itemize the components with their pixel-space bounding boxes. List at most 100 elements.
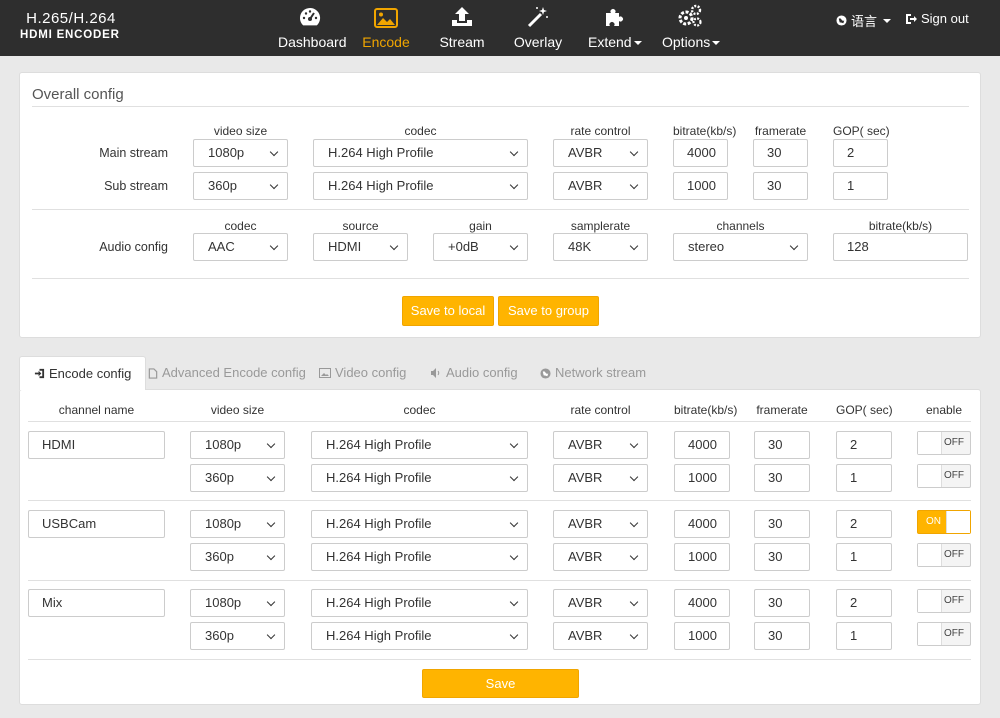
- main-video-size-select[interactable]: 1080p: [193, 139, 288, 167]
- video-size-select[interactable]: 1080p: [190, 589, 285, 617]
- enable-toggle[interactable]: OFF: [917, 622, 971, 646]
- header-audio-source: source: [342, 219, 379, 233]
- audio-bitrate-input[interactable]: 128: [833, 233, 968, 261]
- sub-stream-label: Sub stream: [104, 179, 168, 193]
- bitrate-input[interactable]: 4000: [674, 431, 730, 459]
- main-stream-label: Main stream: [99, 146, 168, 160]
- framerate-input[interactable]: 30: [754, 622, 810, 650]
- divider: [28, 580, 971, 581]
- sub-framerate-input[interactable]: 30: [753, 172, 808, 200]
- rate-control-select[interactable]: AVBR: [553, 510, 648, 538]
- audio-source-select[interactable]: HDMI: [313, 233, 408, 261]
- sub-codec-select[interactable]: H.264 High Profile: [313, 172, 528, 200]
- enable-toggle[interactable]: OFF: [917, 589, 971, 613]
- framerate-input[interactable]: 30: [754, 431, 810, 459]
- gop-input[interactable]: 2: [836, 431, 892, 459]
- gop-input[interactable]: 2: [836, 510, 892, 538]
- sub-rate-control-select[interactable]: AVBR: [553, 172, 648, 200]
- gop-input[interactable]: 1: [836, 464, 892, 492]
- main-framerate-input[interactable]: 30: [753, 139, 808, 167]
- tab-encode-config[interactable]: Encode config: [19, 356, 147, 390]
- header-audio-bitrate: bitrate(kb/s): [868, 219, 933, 233]
- tab-advanced-encode-config[interactable]: Advanced Encode config: [148, 356, 306, 390]
- audio-channels-select[interactable]: stereo: [673, 233, 808, 261]
- main-gop-input[interactable]: 2: [833, 139, 888, 167]
- tab-network-stream[interactable]: Network stream: [540, 356, 646, 390]
- bitrate-input[interactable]: 1000: [674, 464, 730, 492]
- video-size-select[interactable]: 1080p: [190, 510, 285, 538]
- rate-control-select[interactable]: AVBR: [553, 622, 648, 650]
- header-audio-samplerate: samplerate: [570, 219, 631, 233]
- channel-name-input[interactable]: USBCam: [28, 510, 165, 538]
- sign-out-label: Sign out: [921, 11, 969, 26]
- tab-label: Encode config: [49, 365, 132, 381]
- bitrate-input[interactable]: 4000: [674, 510, 730, 538]
- codec-select[interactable]: H.264 High Profile: [311, 622, 528, 650]
- header-bitrate: bitrate(kb/s): [674, 403, 738, 417]
- enable-toggle[interactable]: OFF: [917, 464, 971, 488]
- nav-options[interactable]: Options: [662, 0, 721, 56]
- nav-extend[interactable]: Extend: [588, 0, 642, 56]
- nav-encode[interactable]: Encode: [362, 0, 410, 56]
- nav-overlay-label: Overlay: [513, 34, 563, 50]
- audio-config-label: Audio config: [99, 240, 168, 254]
- codec-select[interactable]: H.264 High Profile: [311, 464, 528, 492]
- magic-wand-icon: [527, 7, 548, 28]
- tab-audio-config[interactable]: Audio config: [430, 356, 518, 390]
- codec-select[interactable]: H.264 High Profile: [311, 510, 528, 538]
- nav-stream-label: Stream: [439, 34, 485, 50]
- gop-input[interactable]: 2: [836, 589, 892, 617]
- rate-control-select[interactable]: AVBR: [553, 543, 648, 571]
- audio-samplerate-select[interactable]: 48K: [553, 233, 648, 261]
- header-enable: enable: [925, 403, 963, 417]
- sub-gop-input[interactable]: 1: [833, 172, 888, 200]
- header-video-size: video size: [213, 124, 268, 138]
- enable-toggle[interactable]: OFF: [917, 431, 971, 455]
- framerate-input[interactable]: 30: [754, 464, 810, 492]
- divider: [28, 659, 971, 660]
- nav-stream[interactable]: Stream: [438, 0, 486, 56]
- nav-overlay[interactable]: Overlay: [512, 0, 564, 56]
- upload-icon: [452, 7, 472, 26]
- save-button[interactable]: Save: [422, 669, 579, 698]
- header-codec: codec: [404, 124, 437, 138]
- framerate-input[interactable]: 30: [754, 543, 810, 571]
- framerate-input[interactable]: 30: [754, 510, 810, 538]
- sub-video-size-select[interactable]: 360p: [193, 172, 288, 200]
- language-menu[interactable]: 语言: [836, 11, 892, 30]
- video-size-select[interactable]: 360p: [190, 543, 285, 571]
- save-to-local-button[interactable]: Save to local: [402, 296, 494, 326]
- tab-video-config[interactable]: Video config: [319, 356, 406, 390]
- video-size-select[interactable]: 360p: [190, 464, 285, 492]
- codec-select[interactable]: H.264 High Profile: [311, 431, 528, 459]
- codec-select[interactable]: H.264 High Profile: [311, 589, 528, 617]
- codec-select[interactable]: H.264 High Profile: [311, 543, 528, 571]
- video-size-select[interactable]: 360p: [190, 622, 285, 650]
- header-gop: GOP( sec): [833, 124, 890, 138]
- nav-dashboard[interactable]: Dashboard: [278, 0, 347, 56]
- rate-control-select[interactable]: AVBR: [553, 589, 648, 617]
- bitrate-input[interactable]: 4000: [674, 589, 730, 617]
- bitrate-input[interactable]: 1000: [674, 622, 730, 650]
- gop-input[interactable]: 1: [836, 543, 892, 571]
- channel-name-input[interactable]: Mix: [28, 589, 165, 617]
- rate-control-select[interactable]: AVBR: [553, 464, 648, 492]
- save-to-group-button[interactable]: Save to group: [498, 296, 599, 326]
- enable-toggle[interactable]: ON: [917, 510, 971, 534]
- bitrate-input[interactable]: 1000: [674, 543, 730, 571]
- video-size-select[interactable]: 1080p: [190, 431, 285, 459]
- framerate-input[interactable]: 30: [754, 589, 810, 617]
- main-bitrate-input[interactable]: 4000: [673, 139, 728, 167]
- panel-title: Overall config: [32, 86, 124, 103]
- image-icon: [374, 8, 398, 28]
- rate-control-select[interactable]: AVBR: [553, 431, 648, 459]
- sub-bitrate-input[interactable]: 1000: [673, 172, 728, 200]
- main-rate-control-select[interactable]: AVBR: [553, 139, 648, 167]
- main-codec-select[interactable]: H.264 High Profile: [313, 139, 528, 167]
- audio-gain-select[interactable]: +0dB: [433, 233, 528, 261]
- sign-out-link[interactable]: Sign out: [905, 11, 969, 26]
- channel-name-input[interactable]: HDMI: [28, 431, 165, 459]
- gop-input[interactable]: 1: [836, 622, 892, 650]
- enable-toggle[interactable]: OFF: [917, 543, 971, 567]
- audio-codec-select[interactable]: AAC: [193, 233, 288, 261]
